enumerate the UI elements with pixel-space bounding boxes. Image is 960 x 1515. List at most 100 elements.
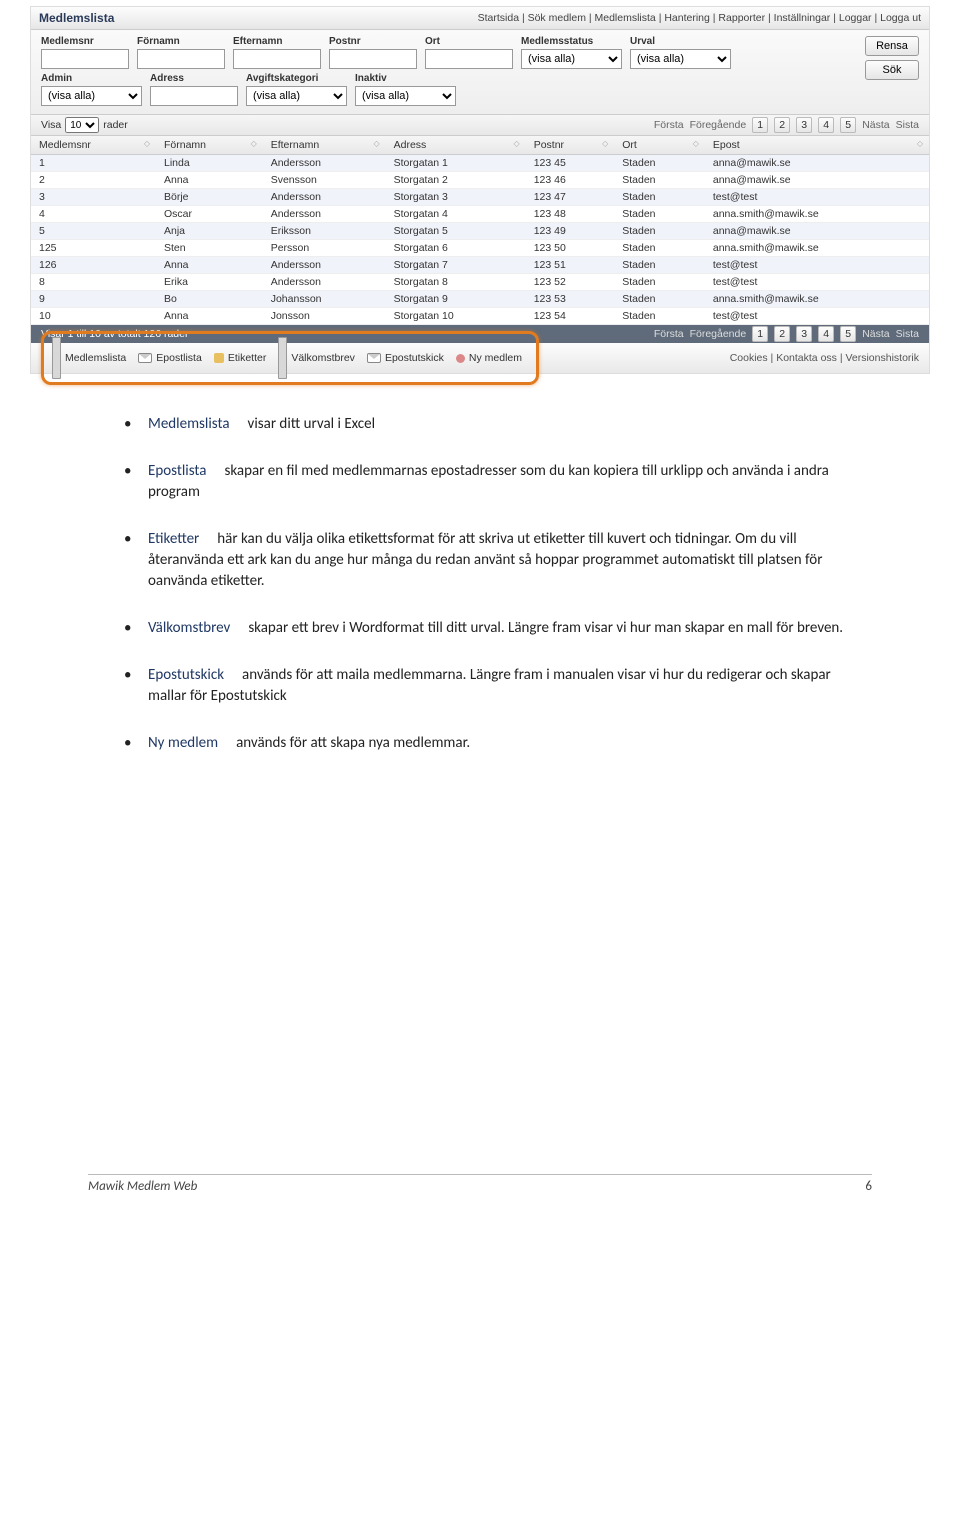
pager-links: Första Föregående 12345 Nästa Sista [654,326,919,342]
filter-input[interactable] [41,49,129,69]
filter-input[interactable] [425,49,513,69]
list-item: Medlemslistavisar ditt urval i Excel [118,414,872,435]
sort-icon[interactable]: ◇ [144,139,150,148]
cell: Linda [156,155,263,172]
pager-next[interactable]: Nästa [862,328,889,340]
table-row[interactable]: 3BörjeAnderssonStorgatan 3123 47Stadente… [31,189,929,206]
cell: Persson [263,240,386,257]
pager-first[interactable]: Första [654,328,684,340]
cell: Anna [156,172,263,189]
description: skapar ett brev i Wordformat till ditt u… [248,619,843,637]
filter-input[interactable] [150,86,238,106]
filter-select[interactable]: (visa alla) [521,49,622,69]
pager-first[interactable]: Första [654,119,684,131]
col-epost[interactable]: Epost◇ [705,136,929,155]
action-label: Medlemslista [65,352,126,364]
action-medlemslista[interactable]: Medlemslista [52,337,126,379]
cell: Staden [614,206,705,223]
filter-select[interactable]: (visa alla) [630,49,731,69]
table-row[interactable]: 4OscarAnderssonStorgatan 4123 48Stadenan… [31,206,929,223]
pager-next[interactable]: Nästa [862,119,889,131]
cell: Sten [156,240,263,257]
pager-page[interactable]: 1 [752,326,768,342]
cell: 123 49 [526,223,615,240]
pager-prev[interactable]: Föregående [690,328,747,340]
cell: Staden [614,189,705,206]
pager-last[interactable]: Sista [896,328,919,340]
pager-page[interactable]: 2 [774,326,790,342]
pager-page[interactable]: 3 [796,117,812,133]
top-nav-links[interactable]: Startsida | Sök medlem | Medlemslista | … [478,12,921,24]
cell: Storgatan 9 [386,291,526,308]
cell: anna.smith@mawik.se [705,240,929,257]
cell: Storgatan 6 [386,240,526,257]
filter-select[interactable]: (visa alla) [41,86,142,106]
description: visar ditt urval i Excel [248,415,376,433]
col-postnr[interactable]: Postnr◇ [526,136,615,155]
filter-input[interactable] [233,49,321,69]
action-etiketter[interactable]: Etiketter [214,352,267,364]
table-row[interactable]: 1LindaAnderssonStorgatan 1123 45Stadenan… [31,155,929,172]
cell: anna.smith@mawik.se [705,206,929,223]
pager-page[interactable]: 1 [752,117,768,133]
cell: Staden [614,274,705,291]
sok-button[interactable]: Sök [865,60,919,80]
filter-label: Urval [630,36,731,47]
filter-select[interactable]: (visa alla) [246,86,347,106]
cell: Jonsson [263,308,386,325]
cell: Börje [156,189,263,206]
cell: anna.smith@mawik.se [705,291,929,308]
filter-select[interactable]: (visa alla) [355,86,456,106]
pager-page[interactable]: 4 [818,326,834,342]
col-efternamn[interactable]: Efternamn◇ [263,136,386,155]
action-label: Etiketter [228,352,267,364]
cell: test@test [705,189,929,206]
pager-page[interactable]: 3 [796,326,812,342]
pager-page[interactable]: 2 [774,117,790,133]
action-välkomstbrev[interactable]: Välkomstbrev [278,337,355,379]
sort-icon[interactable]: ◇ [602,139,608,148]
col-medlemsnr[interactable]: Medlemsnr◇ [31,136,156,155]
table-row[interactable]: 126AnnaAnderssonStorgatan 7123 51Stadent… [31,257,929,274]
person-icon [456,354,465,363]
rensa-button[interactable]: Rensa [865,36,919,56]
cell: Staden [614,291,705,308]
table-row[interactable]: 10AnnaJonssonStorgatan 10123 54Stadentes… [31,308,929,325]
pager-page[interactable]: 4 [818,117,834,133]
title-bar: Medlemslista Startsida | Sök medlem | Me… [31,7,929,30]
pager-page[interactable]: 5 [840,326,856,342]
cell: Storgatan 3 [386,189,526,206]
sort-icon[interactable]: ◇ [373,139,379,148]
sort-icon[interactable]: ◇ [514,139,520,148]
table-row[interactable]: 9BoJohanssonStorgatan 9123 53Stadenanna.… [31,291,929,308]
pager-page[interactable]: 5 [840,117,856,133]
sort-icon[interactable]: ◇ [693,139,699,148]
footer-links[interactable]: Cookies | Kontakta oss | Versionshistori… [730,352,919,364]
col-adress[interactable]: Adress◇ [386,136,526,155]
cell: Oscar [156,206,263,223]
rows-per-page-select[interactable]: 10 [65,117,99,133]
member-table: Medlemsnr◇Förnamn◇Efternamn◇Adress◇Postn… [31,136,929,325]
filter-input[interactable] [329,49,417,69]
table-row[interactable]: 125StenPerssonStorgatan 6123 50Stadenann… [31,240,929,257]
sort-icon[interactable]: ◇ [251,139,257,148]
filter-label: Medlemsstatus [521,36,622,47]
filter-avgiftskategori: Avgiftskategori (visa alla) [246,73,347,106]
action-epostlista[interactable]: Epostlista [138,352,202,364]
sort-icon[interactable]: ◇ [917,139,923,148]
tag-icon [214,353,224,363]
table-row[interactable]: 8ErikaAnderssonStorgatan 8123 52Stadente… [31,274,929,291]
action-ny-medlem[interactable]: Ny medlem [456,352,522,364]
cell: 123 46 [526,172,615,189]
pager-last[interactable]: Sista [896,119,919,131]
table-row[interactable]: 5AnjaErikssonStorgatan 5123 49Stadenanna… [31,223,929,240]
col-förnamn[interactable]: Förnamn◇ [156,136,263,155]
table-row[interactable]: 2AnnaSvenssonStorgatan 2123 46Stadenanna… [31,172,929,189]
screenshot-panel: Medlemslista Startsida | Sök medlem | Me… [30,6,930,374]
col-ort[interactable]: Ort◇ [614,136,705,155]
filter-input[interactable] [137,49,225,69]
filter-label: Avgiftskategori [246,73,347,84]
pager-prev[interactable]: Föregående [690,119,747,131]
action-epostutskick[interactable]: Epostutskick [367,352,444,364]
term: Etiketter [148,530,217,548]
